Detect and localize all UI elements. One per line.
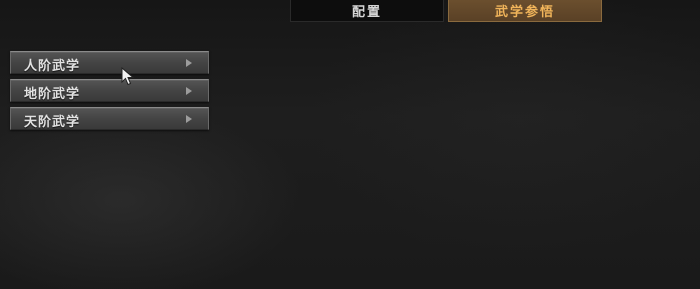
arrow-right-icon <box>186 87 192 95</box>
menu-item-earth-tier[interactable]: 地阶武学 <box>10 79 209 102</box>
mouse-cursor-icon <box>121 67 135 86</box>
tab-martial-arts-comprehension-label: 武学参悟 <box>494 5 555 20</box>
menu-item-label: 天阶武学 <box>24 115 81 130</box>
menu-item-label: 人阶武学 <box>24 59 81 74</box>
menu-item-human-tier[interactable]: 人阶武学 <box>10 51 209 74</box>
arrow-right-icon <box>186 59 192 67</box>
arrow-right-icon <box>186 115 192 123</box>
tab-martial-arts-comprehension[interactable]: 武学参悟 <box>448 0 602 22</box>
menu-item-label: 地阶武学 <box>24 87 81 102</box>
game-screen: 配置 武学参悟 人阶武学 地阶武学 天阶武学 <box>0 0 700 289</box>
tab-config-label: 配置 <box>351 5 382 20</box>
martial-arts-tier-menu: 人阶武学 地阶武学 天阶武学 <box>10 51 209 135</box>
tab-config[interactable]: 配置 <box>290 0 444 22</box>
menu-item-heaven-tier[interactable]: 天阶武学 <box>10 107 209 130</box>
